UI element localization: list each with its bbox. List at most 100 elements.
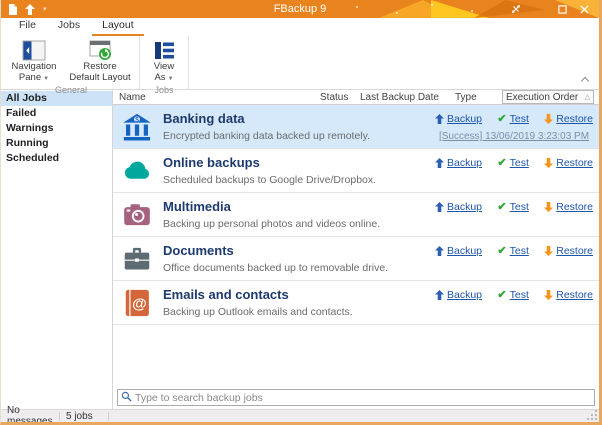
- titlebar: ▾ FBackup 9: [1, 0, 599, 18]
- backup-link[interactable]: Backup: [447, 157, 482, 169]
- restore-link[interactable]: Restore: [556, 157, 593, 169]
- restore-action: Restore: [544, 245, 593, 257]
- chevron-down-icon: ▼: [168, 76, 174, 82]
- test-check-icon: ✔: [497, 158, 506, 169]
- navigation-pane-icon: [22, 38, 46, 62]
- svg-text:$: $: [135, 116, 139, 123]
- job-row[interactable]: $ @ Banking data Encrypted banking data …: [113, 105, 599, 149]
- sidebar-item-scheduled[interactable]: Scheduled: [1, 151, 112, 166]
- navigation-pane-button[interactable]: Navigation Pane▼: [5, 36, 63, 84]
- backup-up-arrow-icon: [435, 202, 444, 212]
- backup-action: Backup: [435, 289, 482, 301]
- test-action: ✔ Test: [497, 201, 528, 213]
- ribbon-group-label-general: General: [5, 84, 137, 97]
- test-link[interactable]: Test: [510, 157, 529, 169]
- restore-link[interactable]: Restore: [556, 201, 593, 213]
- search-icon: [121, 389, 132, 407]
- ribbon: File Jobs Layout Navigation Pane▼: [1, 18, 599, 90]
- fbackup-window: ▾ FBackup 9 File Jobs Layout: [0, 0, 602, 425]
- view-as-button[interactable]: View As▼: [142, 36, 186, 84]
- sort-ascending-icon: △: [585, 93, 590, 101]
- job-row[interactable]: $ @ Multimedia Backing up personal photo…: [113, 193, 599, 237]
- column-last-backup-date[interactable]: Last Backup Date: [360, 92, 455, 103]
- column-execution-order[interactable]: Execution Order △: [502, 90, 594, 104]
- view-as-label-line2: As: [154, 72, 165, 83]
- sidebar-item-failed[interactable]: Failed: [1, 106, 112, 121]
- test-link[interactable]: Test: [510, 201, 529, 213]
- restore-action: Restore: [544, 157, 593, 169]
- test-link[interactable]: Test: [510, 245, 529, 257]
- job-title: Documents: [163, 243, 435, 258]
- search-box: [117, 389, 595, 406]
- job-description: Scheduled backups to Google Drive/Dropbo…: [163, 174, 435, 186]
- restore-action: Restore: [544, 113, 593, 125]
- restore-default-layout-button[interactable]: Restore Default Layout: [63, 36, 137, 84]
- test-check-icon: ✔: [497, 246, 506, 257]
- restore-link[interactable]: Restore: [556, 289, 593, 301]
- restore-link[interactable]: Restore: [556, 245, 593, 257]
- tab-layout[interactable]: Layout: [92, 17, 144, 36]
- restore-default-layout-icon: [88, 38, 113, 62]
- ribbon-content: Navigation Pane▼ Restore Default Layout …: [1, 36, 599, 89]
- chevron-down-icon: ▼: [43, 76, 49, 82]
- job-row[interactable]: $ @ Documents Office documents backed up…: [113, 237, 599, 281]
- job-description: Backing up Outlook emails and contacts.: [163, 306, 435, 318]
- sidebar-item-warnings[interactable]: Warnings: [1, 121, 112, 136]
- jobs-count: 5 jobs: [60, 411, 108, 422]
- jobs-panel: Name Status Last Backup Date Type Execut…: [113, 90, 599, 409]
- column-type[interactable]: Type: [455, 92, 502, 103]
- messages-status: No messages: [1, 405, 59, 425]
- backup-link[interactable]: Backup: [447, 245, 482, 257]
- column-status[interactable]: Status: [320, 92, 360, 103]
- backup-up-arrow-icon: [435, 246, 444, 256]
- test-action: ✔ Test: [497, 113, 528, 125]
- cloud-icon: $ @: [119, 157, 155, 185]
- jobs-rows: $ @ Banking data Encrypted banking data …: [113, 105, 599, 325]
- new-job-icon[interactable]: [8, 4, 17, 15]
- backup-link[interactable]: Backup: [447, 201, 482, 213]
- backup-action: Backup: [435, 157, 482, 169]
- test-action: ✔ Test: [497, 289, 528, 301]
- search-input[interactable]: [135, 392, 594, 404]
- backup-link[interactable]: Backup: [447, 113, 482, 125]
- backup-arrow-icon[interactable]: [25, 4, 35, 15]
- ribbon-group-jobs: View As▼ Jobs: [140, 36, 189, 89]
- backup-action: Backup: [435, 245, 482, 257]
- navigation-pane-label-line2: Pane: [19, 72, 41, 83]
- job-row[interactable]: $ @ Emails and contacts Backing up Outlo…: [113, 281, 599, 325]
- maximize-icon[interactable]: [555, 3, 569, 15]
- bank-icon: $ @: [119, 112, 155, 142]
- job-title: Online backups: [163, 155, 435, 170]
- view-as-icon: [152, 38, 176, 62]
- restore-link[interactable]: Restore: [556, 113, 593, 125]
- test-link[interactable]: Test: [510, 289, 529, 301]
- collapse-ribbon-icon[interactable]: [582, 76, 589, 83]
- sidebar-item-running[interactable]: Running: [1, 136, 112, 151]
- resize-grip[interactable]: [588, 411, 597, 420]
- svg-text:@: @: [132, 295, 147, 312]
- restore-down-arrow-icon: [544, 290, 553, 300]
- quick-access-dropdown-icon[interactable]: ▾: [43, 6, 47, 13]
- tab-file[interactable]: File: [9, 17, 46, 36]
- backup-action: Backup: [435, 201, 482, 213]
- backup-up-arrow-icon: [435, 290, 444, 300]
- briefcase-icon: $ @: [119, 245, 155, 273]
- ribbon-tabs: File Jobs Layout: [1, 18, 599, 36]
- job-description: Backing up personal photos and videos on…: [163, 218, 435, 230]
- last-backup-link[interactable]: [Success] 13/06/2019 3:23:03 PM: [435, 131, 593, 142]
- test-check-icon: ✔: [497, 114, 506, 125]
- restore-down-arrow-icon: [544, 158, 553, 168]
- test-link[interactable]: Test: [510, 113, 529, 125]
- job-title: Emails and contacts: [163, 287, 435, 302]
- restore-action: Restore: [544, 289, 593, 301]
- fullscreen-icon[interactable]: [509, 3, 523, 15]
- restore-down-arrow-icon: [544, 114, 553, 124]
- tab-jobs[interactable]: Jobs: [48, 17, 90, 36]
- job-row[interactable]: $ @ Online backups Scheduled backups to …: [113, 149, 599, 193]
- test-check-icon: ✔: [497, 290, 506, 301]
- close-icon[interactable]: [577, 3, 591, 15]
- restore-down-arrow-icon: [544, 246, 553, 256]
- backup-link[interactable]: Backup: [447, 289, 482, 301]
- job-description: Encrypted banking data backed up remotel…: [163, 130, 435, 142]
- camera-icon: $ @: [119, 201, 155, 229]
